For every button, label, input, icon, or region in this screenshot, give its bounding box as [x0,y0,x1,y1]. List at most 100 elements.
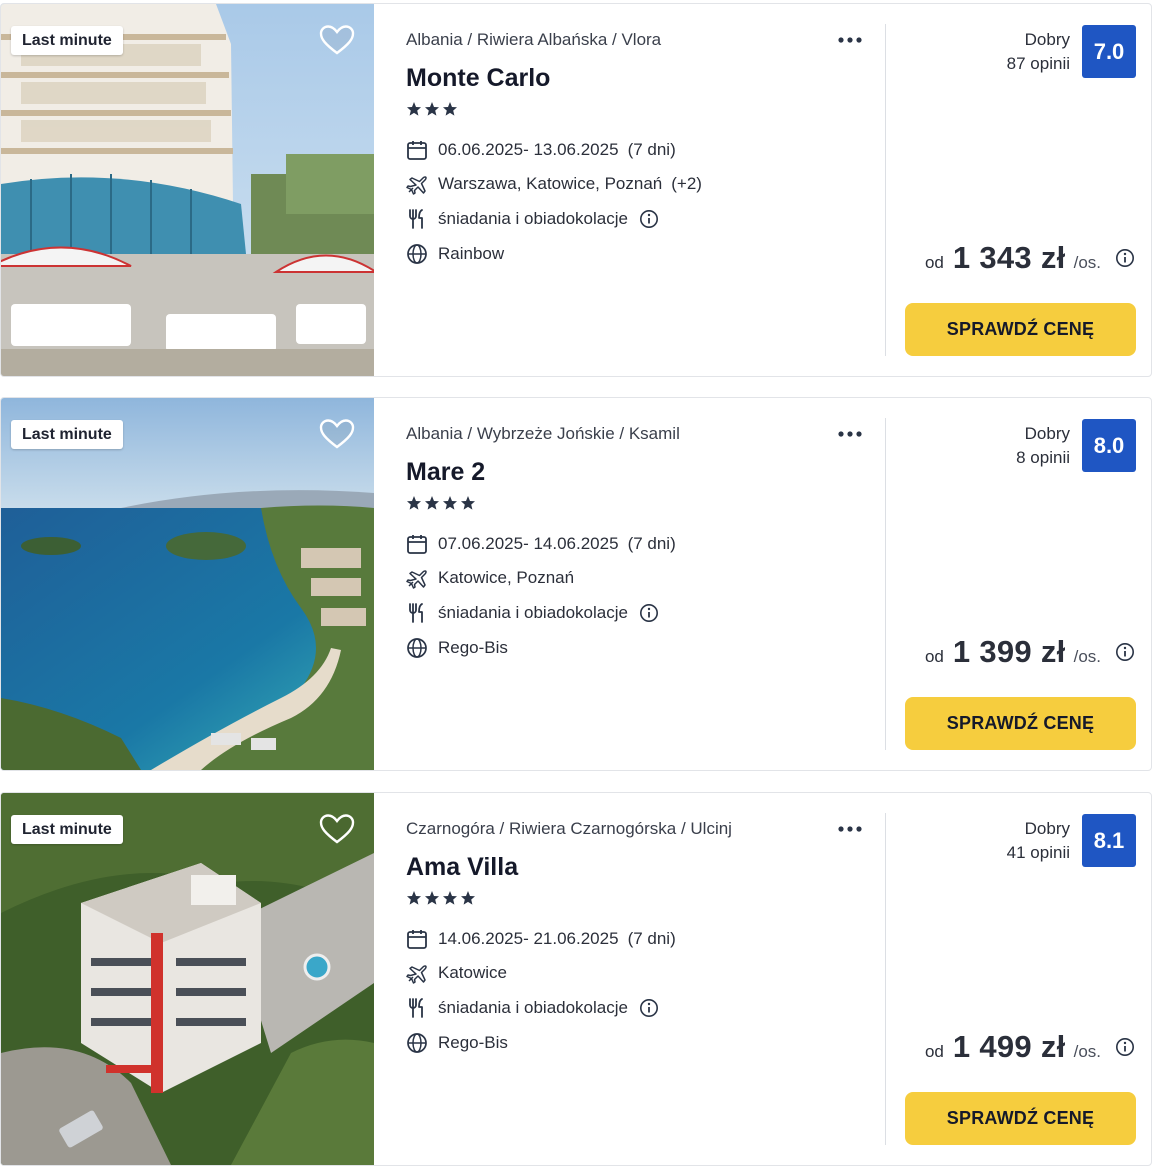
star-icon [407,891,421,905]
rating-word: Dobry [1024,819,1070,838]
price-amount: 1 343 zł [952,240,1066,275]
heart-icon[interactable] [319,418,355,450]
board-row: śniadania i obiadokolacje [406,601,659,625]
operator-row: Rainbow [406,242,504,266]
star-icon [443,891,457,905]
info-icon[interactable] [639,209,659,229]
board-text: śniadania i obiadokolacje [438,998,628,1017]
plane-icon [406,965,427,984]
price-prefix: od [924,1042,944,1061]
dates-text: 07.06.2025- 14.06.2025 [438,534,619,553]
rating-summary[interactable]: Dobry 87 opinii [1007,28,1070,76]
globe-icon [407,244,427,264]
rating-score: 8.1 [1082,814,1136,867]
more-dots-icon[interactable] [836,819,864,839]
hotel-name[interactable]: Monte Carlo [406,64,550,93]
hotel-stars [406,890,476,908]
check-price-button[interactable]: SPRAWDŹ CENĘ [905,1092,1136,1145]
board-text: śniadania i obiadokolacje [438,603,628,622]
duration-text: (7 dni) [627,534,676,553]
hotel-photo[interactable]: Last minute [1,398,374,770]
check-price-button[interactable]: SPRAWDŹ CENĘ [905,303,1136,356]
price-suffix: /os. [1073,253,1101,272]
dates-text: 06.06.2025- 13.06.2025 [438,140,619,159]
star-icon [407,102,421,116]
dates-text: 14.06.2025- 21.06.2025 [438,929,619,948]
board-row: śniadania i obiadokolacje [406,207,659,231]
dates-row: 07.06.2025- 14.06.2025 (7 dni) [406,532,676,556]
breadcrumb-location[interactable]: Albania / Wybrzeże Jońskie / Ksamil [406,424,680,444]
price-prefix: od [924,253,944,272]
departures-more[interactable]: (+2) [671,174,702,194]
info-icon[interactable] [1115,1037,1135,1057]
cutlery-icon [409,603,423,623]
departures-text: Warszawa, Katowice, Poznań [438,174,663,193]
calendar-icon [407,930,427,949]
rating-score: 7.0 [1082,25,1136,78]
info-icon[interactable] [639,998,659,1018]
review-count: 41 opinii [1006,843,1070,862]
review-count: 8 opinii [1016,448,1070,467]
breadcrumb-location[interactable]: Czarnogóra / Riwiera Czarnogórska / Ulci… [406,819,732,839]
star-icon [443,496,457,510]
hotel-stars [406,101,458,119]
star-icon [461,891,475,905]
hotel-photo[interactable]: Last minute [1,4,374,376]
calendar-icon [407,535,427,554]
operator-row: Rego-Bis [406,636,508,660]
dates-row: 14.06.2025- 21.06.2025 (7 dni) [406,927,676,951]
check-price-button[interactable]: SPRAWDŹ CENĘ [905,697,1136,750]
departures-row: Katowice [406,961,507,985]
last-minute-badge: Last minute [11,26,123,55]
calendar-icon [407,141,427,160]
globe-icon [407,1033,427,1053]
last-minute-badge: Last minute [11,815,123,844]
departures-text: Katowice [438,963,507,982]
heart-icon[interactable] [319,813,355,845]
hotel-stars [406,495,476,513]
more-dots-icon[interactable] [836,424,864,444]
price-block: od 1 343 zł /os. [925,240,1135,276]
plane-icon [406,176,427,195]
info-icon[interactable] [1115,248,1135,268]
star-icon [461,496,475,510]
offer-card[interactable]: Last minute Albania / Wybrzeże Jońskie /… [0,397,1152,771]
rating-summary[interactable]: Dobry 41 opinii [1007,817,1070,865]
star-icon [425,891,439,905]
heart-icon[interactable] [319,24,355,56]
price-suffix: /os. [1073,1042,1101,1061]
departures-text: Katowice, Poznań [438,568,575,587]
hotel-photo[interactable]: Last minute [1,793,374,1165]
rating-score: 8.0 [1082,419,1136,472]
price-amount: 1 399 zł [952,634,1066,669]
operator-text: Rego-Bis [438,1033,508,1052]
operator-text: Rego-Bis [438,638,508,657]
star-icon [425,102,439,116]
globe-icon [407,638,427,658]
star-icon [407,496,421,510]
review-count: 87 opinii [1006,54,1070,73]
plane-icon [406,570,427,589]
duration-text: (7 dni) [627,929,676,948]
hotel-name[interactable]: Mare 2 [406,458,485,487]
price-prefix: od [924,647,944,666]
breadcrumb-location[interactable]: Albania / Riwiera Albańska / Vlora [406,30,661,50]
price-block: od 1 499 zł /os. [925,1029,1135,1065]
duration-text: (7 dni) [627,140,676,159]
info-icon[interactable] [1115,642,1135,662]
rating-word: Dobry [1024,424,1070,443]
info-icon[interactable] [639,603,659,623]
more-dots-icon[interactable] [836,30,864,50]
hotel-name[interactable]: Ama Villa [406,853,518,882]
price-amount: 1 499 zł [952,1029,1066,1064]
price-suffix: /os. [1073,647,1101,666]
offer-card[interactable]: Last minute Albania / Riwiera Albańska /… [0,3,1152,377]
rating-summary[interactable]: Dobry 8 opinii [1016,422,1070,470]
star-icon [425,496,439,510]
offer-card[interactable]: Last minute Czarnogóra / Riwiera Czarnog… [0,792,1152,1166]
departures-row: Warszawa, Katowice, Poznań (+2) [406,172,702,196]
cutlery-icon [409,209,423,229]
operator-text: Rainbow [438,244,505,263]
price-block: od 1 399 zł /os. [925,634,1135,670]
departures-row: Katowice, Poznań [406,566,574,590]
